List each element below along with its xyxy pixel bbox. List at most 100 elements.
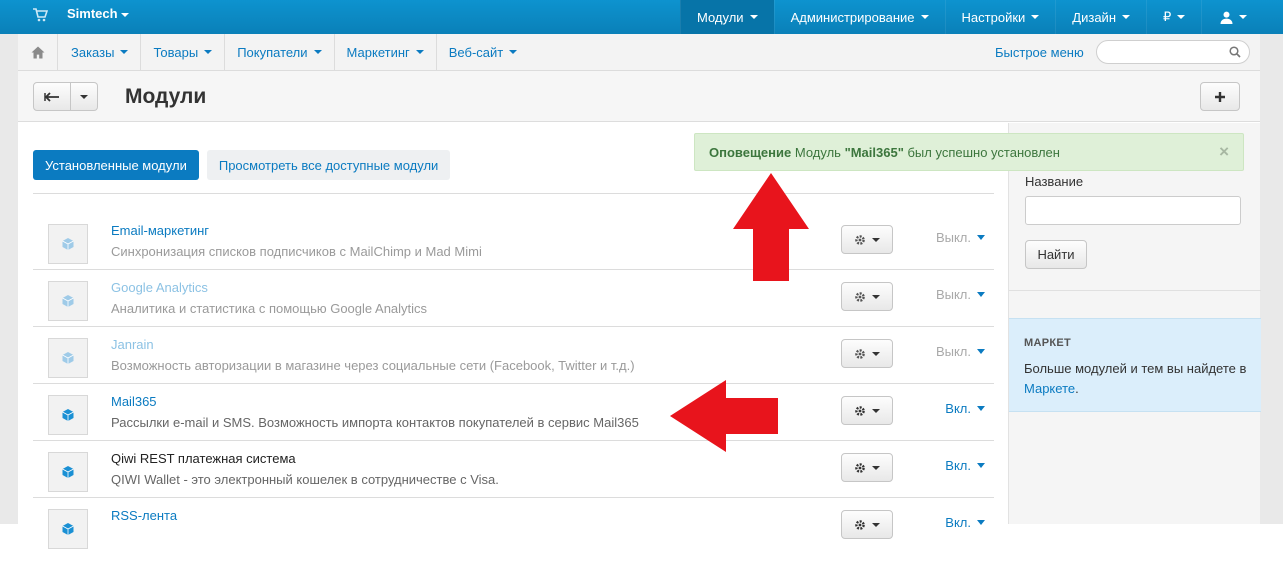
back-dropdown-button[interactable] bbox=[71, 82, 98, 111]
market-link[interactable]: Маркете bbox=[1024, 381, 1075, 396]
addon-name-link[interactable]: RSS-лента bbox=[111, 508, 177, 523]
top-nav-user[interactable] bbox=[1201, 0, 1271, 34]
title-bar: Модули bbox=[18, 71, 1260, 122]
gear-icon bbox=[855, 405, 865, 416]
addon-icon bbox=[48, 395, 88, 435]
divider bbox=[1009, 290, 1261, 291]
chevron-down-icon bbox=[120, 12, 129, 17]
table-row: Email-маркетинг Синхронизация списков по… bbox=[33, 213, 994, 270]
addon-settings-button[interactable] bbox=[841, 225, 893, 254]
search-input[interactable] bbox=[1096, 40, 1250, 64]
chevron-down-icon bbox=[120, 50, 129, 54]
back-button[interactable] bbox=[33, 82, 71, 111]
home-icon[interactable] bbox=[18, 34, 58, 70]
table-row: Mail365 Рассылки e-mail и SMS. Возможнос… bbox=[33, 384, 994, 441]
addon-settings-button[interactable] bbox=[841, 282, 893, 311]
chevron-down-icon bbox=[872, 408, 880, 413]
addon-name-link[interactable]: Google Analytics bbox=[111, 280, 208, 295]
addon-name-link[interactable]: Mail365 bbox=[111, 394, 157, 409]
gear-icon bbox=[855, 291, 865, 302]
top-nav-addons[interactable]: Модули bbox=[680, 0, 774, 34]
gear-icon bbox=[855, 234, 865, 245]
addon-icon bbox=[48, 338, 88, 378]
market-panel: МАРКЕТ Больше модулей и тем вы найдете в… bbox=[1009, 318, 1261, 412]
top-nav-design[interactable]: Дизайн bbox=[1055, 0, 1146, 34]
chevron-down-icon bbox=[872, 465, 880, 470]
chevron-down-icon bbox=[872, 294, 880, 299]
table-row: Janrain Возможность авторизации в магази… bbox=[33, 327, 994, 384]
chevron-down-icon bbox=[509, 50, 518, 54]
top-bar: Simtech Модули Администрирование Настрой… bbox=[0, 0, 1283, 34]
quick-menu-link[interactable]: Быстрое меню bbox=[995, 45, 1084, 60]
cart-icon[interactable] bbox=[32, 8, 49, 22]
store-switcher[interactable]: Simtech bbox=[67, 6, 129, 21]
chevron-down-icon bbox=[977, 463, 985, 468]
addon-name-link[interactable]: Qiwi REST платежная система bbox=[111, 451, 296, 466]
table-row: RSS-лента Вкл. bbox=[33, 498, 994, 555]
chevron-down-icon bbox=[977, 235, 985, 240]
chevron-down-icon bbox=[872, 522, 880, 527]
nav-website[interactable]: Веб-сайт bbox=[437, 34, 529, 70]
addon-settings-button[interactable] bbox=[841, 396, 893, 425]
main-content: Установленные модули Просмотреть все дос… bbox=[18, 123, 1008, 549]
addon-name-link[interactable]: Email-маркетинг bbox=[111, 223, 209, 238]
tab-browse-all[interactable]: Просмотреть все доступные модули bbox=[206, 150, 451, 180]
addon-settings-button[interactable] bbox=[841, 339, 893, 368]
status-dropdown[interactable]: Выкл. bbox=[936, 344, 985, 359]
chevron-down-icon bbox=[920, 15, 929, 19]
user-icon bbox=[1220, 11, 1233, 24]
chevron-down-icon bbox=[977, 520, 985, 525]
chevron-down-icon bbox=[977, 349, 985, 354]
notification-label: Оповещение bbox=[709, 144, 792, 160]
annotation-arrow-left bbox=[670, 380, 778, 452]
annotation-arrow-up bbox=[733, 173, 809, 281]
status-dropdown[interactable]: Вкл. bbox=[945, 401, 985, 416]
nav-customers[interactable]: Покупатели bbox=[225, 34, 335, 70]
addon-icon bbox=[48, 509, 88, 549]
gear-icon bbox=[855, 519, 865, 530]
gear-icon bbox=[855, 462, 865, 473]
status-dropdown[interactable]: Вкл. bbox=[945, 458, 985, 473]
secondary-nav: Заказы Товары Покупатели Маркетинг Веб-с… bbox=[18, 34, 1260, 71]
addon-icon bbox=[48, 281, 88, 321]
chevron-down-icon bbox=[977, 292, 985, 297]
addon-settings-button[interactable] bbox=[841, 453, 893, 482]
nav-products[interactable]: Товары bbox=[141, 34, 226, 70]
chevron-down-icon bbox=[313, 50, 322, 54]
top-nav: Модули Администрирование Настройки Дизай… bbox=[680, 0, 1271, 34]
addon-name-link[interactable]: Janrain bbox=[111, 337, 154, 352]
chevron-down-icon bbox=[1239, 15, 1248, 19]
divider bbox=[33, 193, 994, 194]
chevron-down-icon bbox=[977, 406, 985, 411]
success-notification: Оповещение Модуль "Mail365" был успешно … bbox=[694, 133, 1244, 171]
addon-icon bbox=[48, 224, 88, 264]
find-button[interactable]: Найти bbox=[1025, 240, 1087, 269]
sidebar: Название Найти МАРКЕТ Больше модулей и т… bbox=[1008, 123, 1261, 524]
addon-settings-button[interactable] bbox=[841, 510, 893, 539]
tab-installed[interactable]: Установленные модули bbox=[33, 150, 199, 180]
addon-description: Возможность авторизации в магазине через… bbox=[111, 358, 635, 373]
chevron-down-icon bbox=[1031, 15, 1040, 19]
top-nav-currency[interactable]: ₽ bbox=[1146, 0, 1201, 34]
page-title: Модули bbox=[125, 85, 207, 108]
name-filter-label: Название bbox=[1025, 174, 1084, 189]
nav-orders[interactable]: Заказы bbox=[59, 34, 142, 70]
chevron-down-icon bbox=[1122, 15, 1130, 19]
name-filter-input[interactable] bbox=[1025, 196, 1241, 225]
status-dropdown[interactable]: Выкл. bbox=[936, 287, 985, 302]
back-arrow-icon bbox=[44, 91, 59, 102]
close-icon[interactable]: × bbox=[1219, 142, 1229, 162]
status-dropdown[interactable]: Выкл. bbox=[936, 230, 985, 245]
add-button[interactable] bbox=[1200, 82, 1240, 111]
nav-marketing[interactable]: Маркетинг bbox=[335, 34, 437, 70]
top-nav-administration[interactable]: Администрирование bbox=[773, 0, 945, 34]
table-row: Google Analytics Аналитика и статистика … bbox=[33, 270, 994, 327]
status-dropdown[interactable]: Вкл. bbox=[945, 515, 985, 530]
addon-tabs: Установленные модули Просмотреть все дос… bbox=[33, 150, 458, 180]
chevron-down-icon bbox=[80, 94, 88, 99]
chevron-down-icon bbox=[415, 50, 424, 54]
table-row: Qiwi REST платежная система QIWI Wallet … bbox=[33, 441, 994, 498]
search-icon[interactable] bbox=[1229, 46, 1241, 61]
chevron-down-icon bbox=[1177, 15, 1186, 19]
top-nav-settings[interactable]: Настройки bbox=[944, 0, 1056, 34]
